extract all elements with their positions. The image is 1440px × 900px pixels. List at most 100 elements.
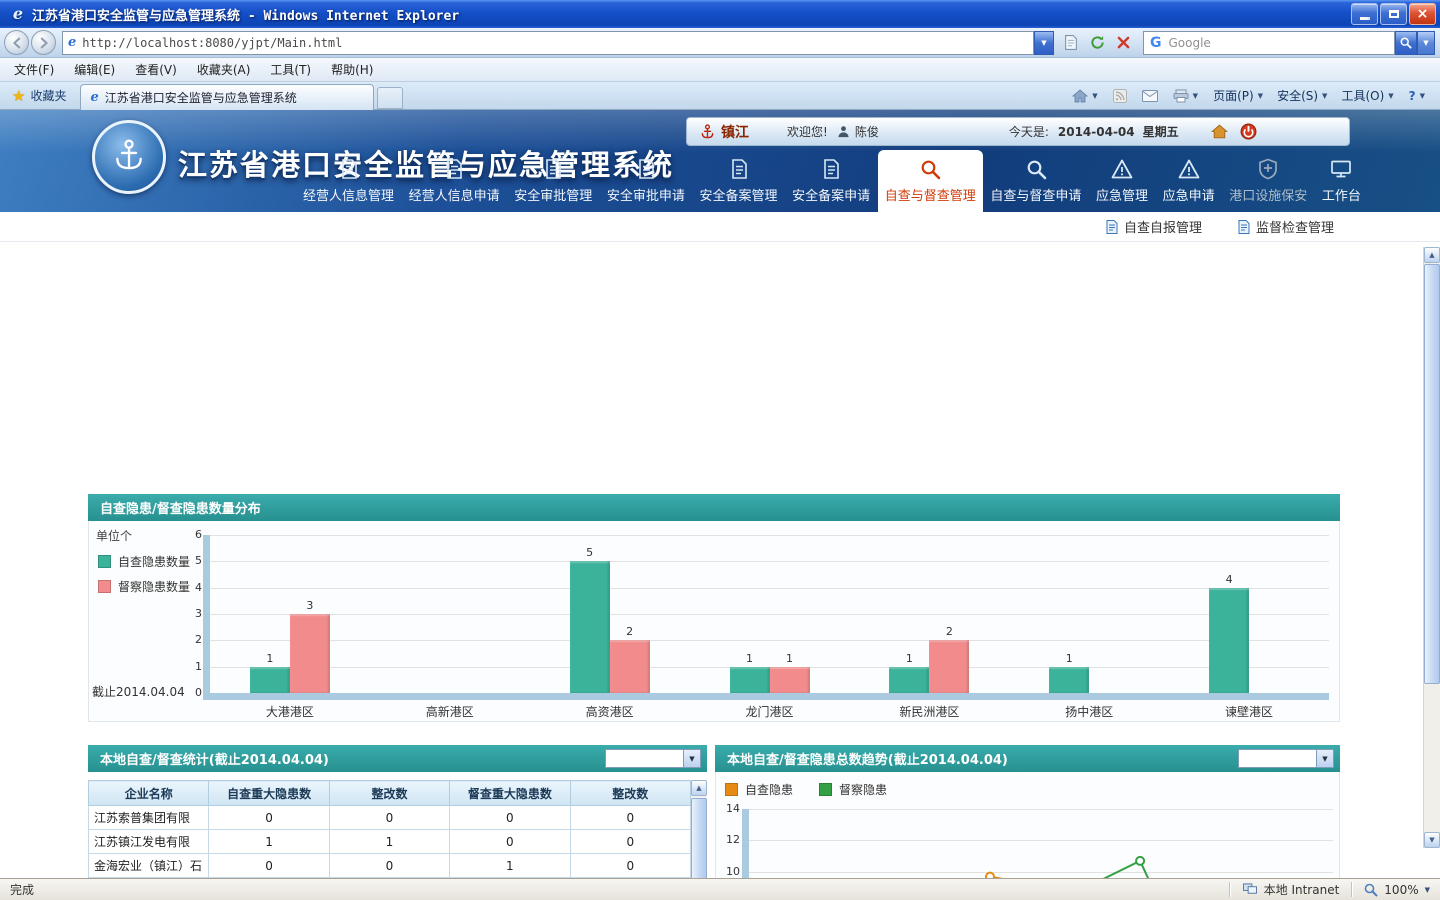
zoom-control[interactable]: 100% ▼ (1352, 883, 1440, 897)
forward-icon (37, 36, 51, 50)
status-text: 完成 (10, 881, 34, 898)
bar-axis-tick-label: 5 (158, 554, 202, 567)
toolbar-menu-button[interactable]: 工具(O)▼ (1334, 84, 1400, 107)
menubar-item[interactable]: 文件(F) (4, 58, 64, 81)
search-input[interactable]: G Google (1143, 31, 1395, 55)
bar-category-label: 谏壁港区 (1189, 703, 1309, 720)
nav-item-safety-filing-apply[interactable]: 安全备案申请 (785, 150, 877, 212)
bar-gridline (210, 640, 1329, 641)
menubar-item[interactable]: 工具(T) (260, 58, 321, 81)
nav-item-emergency-manage[interactable]: 应急管理 (1089, 150, 1155, 212)
trend-axis-tick-label: 10 (718, 865, 740, 878)
anchor-icon (699, 123, 716, 141)
scrollbar-thumb[interactable] (691, 798, 707, 880)
safety-filing-apply-icon (820, 158, 842, 180)
subnav-item[interactable]: 监督检查管理 (1238, 217, 1334, 236)
scrollbar-thumb[interactable] (1424, 264, 1440, 684)
search-button[interactable] (1395, 31, 1417, 55)
toolbar-menu-button[interactable]: 安全(S)▼ (1270, 84, 1334, 107)
search-dropdown-button[interactable]: ▼ (1417, 31, 1435, 55)
address-dropdown-button[interactable]: ▼ (1034, 31, 1054, 55)
statistics-filter-dropdown[interactable]: ▼ (605, 749, 701, 768)
menubar-item[interactable]: 查看(V) (125, 58, 187, 81)
nav-item-label: 安全审批管理 (514, 185, 592, 204)
dropdown-value (1239, 750, 1316, 767)
print-button[interactable]: ▼ (1166, 86, 1205, 106)
minimize-button[interactable] (1351, 3, 1378, 25)
feeds-button[interactable] (1106, 86, 1134, 106)
self-inspection-bar[interactable] (1209, 588, 1249, 693)
sub-navigation: 自查自报管理 监督检查管理 (0, 212, 1440, 242)
menubar-item[interactable]: 编辑(E) (64, 58, 125, 81)
home-button[interactable]: ▼ (1065, 86, 1104, 106)
x-axis-band (203, 693, 1329, 700)
table-header-row: 企业名称自查重大隐患数整改数督查重大隐患数整改数 (89, 781, 691, 806)
zone-label: 本地 Intranet (1264, 881, 1340, 898)
safety-approval-apply-icon (635, 158, 657, 180)
table-row[interactable]: 金海宏业（镇江）石0010 (89, 854, 691, 878)
self-inspection-bar[interactable] (570, 561, 610, 693)
nav-item-operator-info-manage[interactable]: 经营人信息管理 (296, 150, 401, 212)
close-button[interactable]: × (1409, 3, 1436, 25)
main-navigation: 经营人信息管理经营人信息申请安全审批管理安全审批申请安全备案管理安全备案申请自查… (296, 150, 1368, 212)
nav-item-safety-filing-manage[interactable]: 安全备案管理 (693, 150, 785, 212)
toolbar-menu-label: 安全(S) (1277, 87, 1318, 104)
toolbar-menu-button[interactable]: 页面(P)▼ (1206, 84, 1270, 107)
menu-bar: 文件(F)编辑(E)查看(V)收藏夹(A)工具(T)帮助(H) (0, 58, 1440, 82)
browser-tab[interactable]: e 江苏省港口安全监管与应急管理系统 (80, 84, 374, 110)
supervision-bar[interactable] (770, 667, 810, 693)
favorites-button[interactable]: ★ 收藏夹 (2, 84, 76, 108)
nav-item-inspection-supervision-apply[interactable]: 自查与督查申请 (983, 150, 1088, 212)
bar-category-label: 新民洲港区 (869, 703, 989, 720)
scroll-up-button[interactable]: ▲ (691, 780, 707, 796)
refresh-button[interactable] (1085, 31, 1109, 55)
self-inspection-bar[interactable] (889, 667, 929, 693)
document-icon (1238, 220, 1250, 234)
trend-filter-dropdown[interactable]: ▼ (1238, 749, 1334, 768)
maximize-button[interactable] (1380, 3, 1407, 25)
nav-item-emergency-apply[interactable]: 应急申请 (1156, 150, 1222, 212)
scroll-up-button[interactable]: ▲ (1424, 247, 1440, 263)
value-cell: 0 (209, 854, 329, 878)
chevron-down-icon: ▼ (683, 750, 700, 767)
logout-button[interactable] (1240, 123, 1257, 140)
help-button[interactable]: ? ▼ (1402, 86, 1432, 106)
home-icon (1211, 124, 1228, 139)
scroll-down-button[interactable]: ▼ (1424, 832, 1440, 848)
value-cell: 0 (570, 830, 690, 854)
emergency-manage-icon (1111, 158, 1133, 180)
menubar-item[interactable]: 帮助(H) (321, 58, 383, 81)
subnav-item[interactable]: 自查自报管理 (1106, 217, 1202, 236)
nav-item-operator-info-apply[interactable]: 经营人信息申请 (402, 150, 507, 212)
stop-button[interactable] (1111, 31, 1135, 55)
self-inspection-bar[interactable] (1049, 667, 1089, 693)
command-bar: ▼ ▼ 页面(P)▼安全(S)▼工具(O)▼ ? ▼ (1065, 84, 1440, 107)
back-button[interactable] (4, 30, 29, 55)
supervision-bar[interactable] (290, 614, 330, 693)
panel-title: 本地自查/督查统计(截止2014.04.04) (100, 749, 329, 768)
nav-item-workbench[interactable]: 工作台 (1315, 150, 1368, 212)
chevron-down-icon: ▼ (1420, 92, 1425, 100)
nav-item-safety-approval-manage[interactable]: 安全审批管理 (507, 150, 599, 212)
chevron-down-icon: ▼ (1316, 750, 1333, 767)
set-home-button[interactable] (1211, 124, 1228, 139)
nav-item-label: 应急申请 (1163, 185, 1215, 204)
table-row[interactable]: 江苏镇江发电有限1100 (89, 830, 691, 854)
new-tab-button[interactable] (377, 87, 403, 109)
table-row[interactable]: 江苏索普集团有限0000 (89, 806, 691, 830)
nav-item-port-facility-security[interactable]: 港口设施保安 (1222, 150, 1314, 212)
supervision-bar[interactable] (610, 640, 650, 693)
nav-item-inspection-supervision-manage[interactable]: 自查与督查管理 (878, 150, 983, 212)
page-scrollbar[interactable]: ▲ ▼ (1423, 247, 1440, 848)
nav-item-safety-approval-apply[interactable]: 安全审批申请 (600, 150, 692, 212)
read-mail-button[interactable] (1135, 87, 1165, 105)
local-statistics-panel: 本地自查/督查统计(截止2014.04.04) ▼ 企业名称自查重大隐患数整改数… (88, 745, 707, 900)
search-icon (1400, 37, 1412, 49)
menubar-item[interactable]: 收藏夹(A) (187, 58, 261, 81)
self-inspection-bar[interactable] (250, 667, 290, 693)
address-input[interactable]: e http://localhost:8080/yjpt/Main.html (62, 31, 1034, 55)
forward-button[interactable] (31, 30, 56, 55)
supervision-bar[interactable] (929, 640, 969, 693)
self-inspection-bar[interactable] (730, 667, 770, 693)
compatibility-view-button[interactable] (1059, 31, 1083, 55)
